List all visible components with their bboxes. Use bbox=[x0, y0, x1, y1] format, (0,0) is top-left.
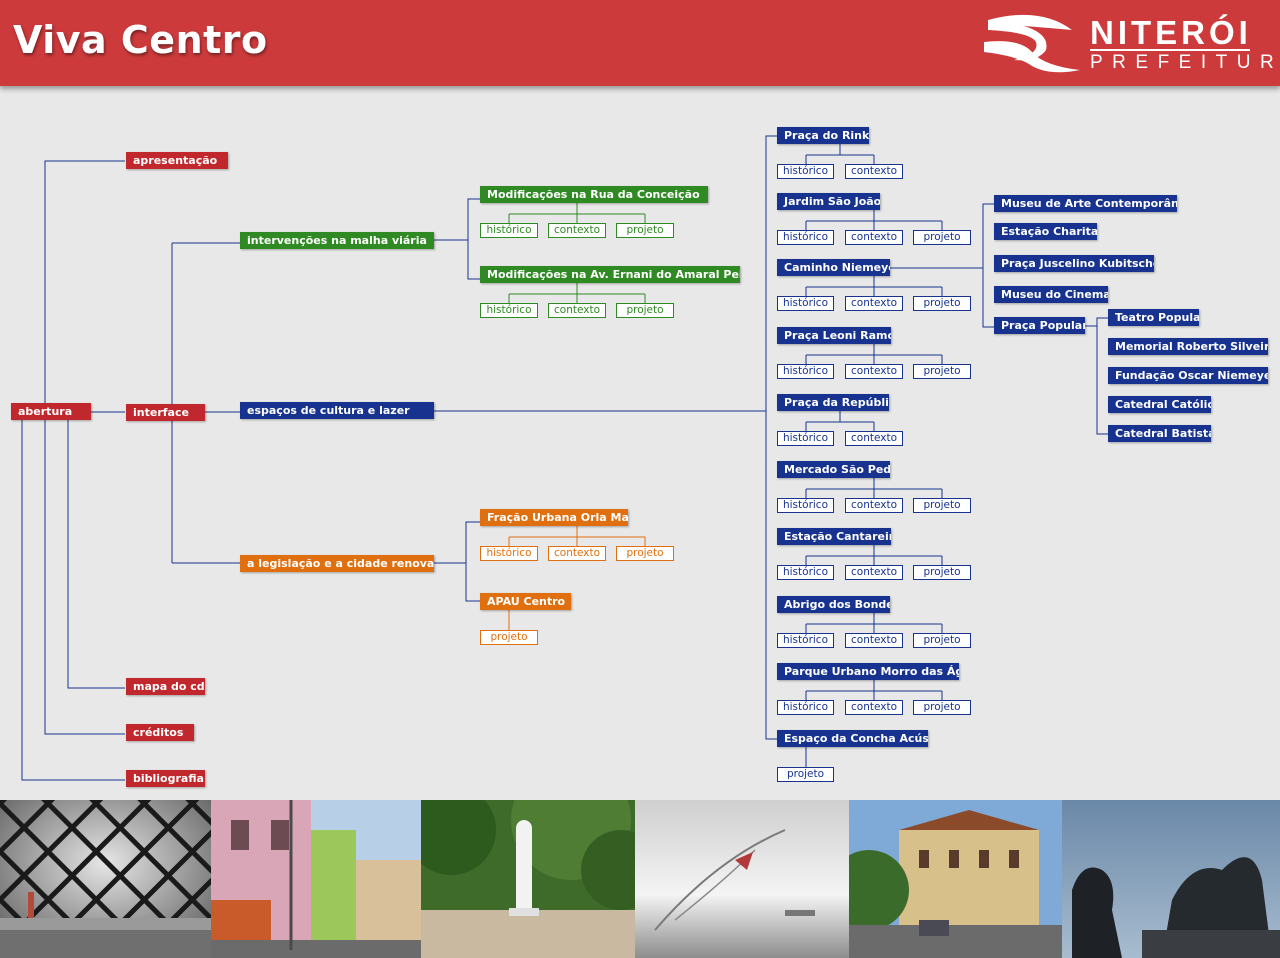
sub-historico-link[interactable]: histórico bbox=[777, 431, 834, 446]
sub-historico-link[interactable]: histórico bbox=[480, 303, 538, 318]
sub-projeto-link[interactable]: projeto bbox=[913, 700, 971, 715]
node-estacao-charitas[interactable]: Estação Charitas bbox=[994, 223, 1097, 240]
sub-projeto-link[interactable]: projeto bbox=[616, 223, 674, 238]
node-legislacao-cidade-renovada[interactable]: a legislação e a cidade renovada bbox=[240, 555, 434, 572]
node-modificacoes-na-av-ernani-do-amaral-peixoto[interactable]: Modificações na Av. Ernani do Amaral Pei… bbox=[480, 266, 740, 283]
sub-projeto-link[interactable]: projeto bbox=[913, 633, 971, 648]
sub-projeto-link[interactable]: projeto bbox=[913, 565, 971, 580]
node-fracao-urbana-orla-mar[interactable]: Fração Urbana Orla Mar bbox=[480, 509, 628, 526]
node-abertura[interactable]: abertura bbox=[11, 403, 91, 420]
node-espaco-da-concha-acustica[interactable]: Espaço da Concha Acústica bbox=[777, 730, 928, 747]
node-espacos-cultura-lazer[interactable]: espaços de cultura e lazer bbox=[240, 402, 434, 419]
sub-historico-link[interactable]: histórico bbox=[777, 633, 834, 648]
sub-contexto-link[interactable]: contexto bbox=[845, 164, 903, 179]
photo-white-gallery bbox=[635, 800, 849, 958]
node-catedral-catolica[interactable]: Catedral Católica bbox=[1108, 396, 1211, 413]
node-interface[interactable]: interface bbox=[126, 404, 205, 421]
node-memorial-roberto-silveira[interactable]: Memorial Roberto Silveira bbox=[1108, 338, 1268, 355]
node-modificacoes-na-rua-da-conceicao[interactable]: Modificações na Rua da Conceição bbox=[480, 186, 708, 203]
photo-street-houses bbox=[211, 800, 421, 958]
sub-contexto-link[interactable]: contexto bbox=[845, 296, 903, 311]
node-abrigo-dos-bondes[interactable]: Abrigo dos Bondes bbox=[777, 596, 890, 613]
sub-projeto-link[interactable]: projeto bbox=[616, 303, 674, 318]
sub-historico-link[interactable]: histórico bbox=[777, 296, 834, 311]
node-estacao-cantareira[interactable]: Estação Cantareira bbox=[777, 528, 891, 545]
node-praca-juscelino-kubitschek[interactable]: Praça Juscelino Kubitschek bbox=[994, 255, 1154, 272]
node-catedral-batista[interactable]: Catedral Batista bbox=[1108, 425, 1211, 442]
sub-contexto-link[interactable]: contexto bbox=[548, 223, 606, 238]
node-praca-leoni-ramos[interactable]: Praça Leoni Ramos bbox=[777, 327, 891, 344]
node-fundacao-oscar-niemeyer[interactable]: Fundação Oscar Niemeyer bbox=[1108, 367, 1268, 384]
sub-historico-link[interactable]: histórico bbox=[480, 546, 538, 561]
node-praca-da-republica[interactable]: Praça da República bbox=[777, 394, 889, 411]
photo-square-statue bbox=[421, 800, 635, 958]
photo-historic-building bbox=[849, 800, 1062, 958]
sub-contexto-link[interactable]: contexto bbox=[845, 431, 903, 446]
node-parque-urbano-morro-das-aguas[interactable]: Parque Urbano Morro das Águas bbox=[777, 663, 959, 680]
sub-projeto-link[interactable]: projeto bbox=[913, 364, 971, 379]
sub-contexto-link[interactable]: contexto bbox=[845, 700, 903, 715]
sub-projeto-link[interactable]: projeto bbox=[777, 767, 834, 782]
node-creditos[interactable]: créditos bbox=[126, 724, 194, 741]
sub-contexto-link[interactable]: contexto bbox=[548, 546, 606, 561]
sub-projeto-link[interactable]: projeto bbox=[616, 546, 674, 561]
sub-projeto-link[interactable]: projeto bbox=[480, 630, 538, 645]
node-intervencoes-malha-viaria[interactable]: intervenções na malha viária bbox=[240, 232, 434, 249]
sub-historico-link[interactable]: histórico bbox=[777, 164, 834, 179]
photo-strip bbox=[0, 800, 1280, 958]
node-apau-centro[interactable]: APAU Centro bbox=[480, 593, 571, 610]
sub-projeto-link[interactable]: projeto bbox=[913, 230, 971, 245]
node-praca-popular[interactable]: Praça Popular bbox=[994, 317, 1085, 334]
sub-contexto-link[interactable]: contexto bbox=[548, 303, 606, 318]
node-museu-do-cinema[interactable]: Museu do Cinema bbox=[994, 286, 1108, 303]
sub-historico-link[interactable]: histórico bbox=[480, 223, 538, 238]
sub-historico-link[interactable]: histórico bbox=[777, 498, 834, 513]
node-praca-do-rink[interactable]: Praça do Rink bbox=[777, 127, 869, 144]
sub-contexto-link[interactable]: contexto bbox=[845, 364, 903, 379]
node-jardim-sao-joao[interactable]: Jardim São João bbox=[777, 193, 880, 210]
sub-projeto-link[interactable]: projeto bbox=[913, 296, 971, 311]
sub-contexto-link[interactable]: contexto bbox=[845, 565, 903, 580]
sub-contexto-link[interactable]: contexto bbox=[845, 633, 903, 648]
sub-historico-link[interactable]: histórico bbox=[777, 230, 834, 245]
node-mercado-sao-pedro[interactable]: Mercado São Pedro bbox=[777, 461, 890, 478]
node-caminho-niemeyer[interactable]: Caminho Niemeyer bbox=[777, 259, 890, 276]
node-bibliografia[interactable]: bibliografia bbox=[126, 770, 205, 787]
sub-historico-link[interactable]: histórico bbox=[777, 565, 834, 580]
sub-contexto-link[interactable]: contexto bbox=[845, 498, 903, 513]
sub-projeto-link[interactable]: projeto bbox=[913, 498, 971, 513]
photo-museum-interior bbox=[0, 800, 211, 958]
node-museu-de-arte-contemporanea[interactable]: Museu de Arte Contemporânea bbox=[994, 195, 1177, 212]
sub-contexto-link[interactable]: contexto bbox=[845, 230, 903, 245]
node-mapa-do-cd[interactable]: mapa do cd bbox=[126, 678, 205, 695]
node-apresentacao[interactable]: apresentação bbox=[126, 152, 228, 169]
node-teatro-popular[interactable]: Teatro Popular bbox=[1108, 309, 1199, 326]
sub-historico-link[interactable]: histórico bbox=[777, 700, 834, 715]
sub-historico-link[interactable]: histórico bbox=[777, 364, 834, 379]
photo-monument-sculpture bbox=[1062, 800, 1280, 958]
